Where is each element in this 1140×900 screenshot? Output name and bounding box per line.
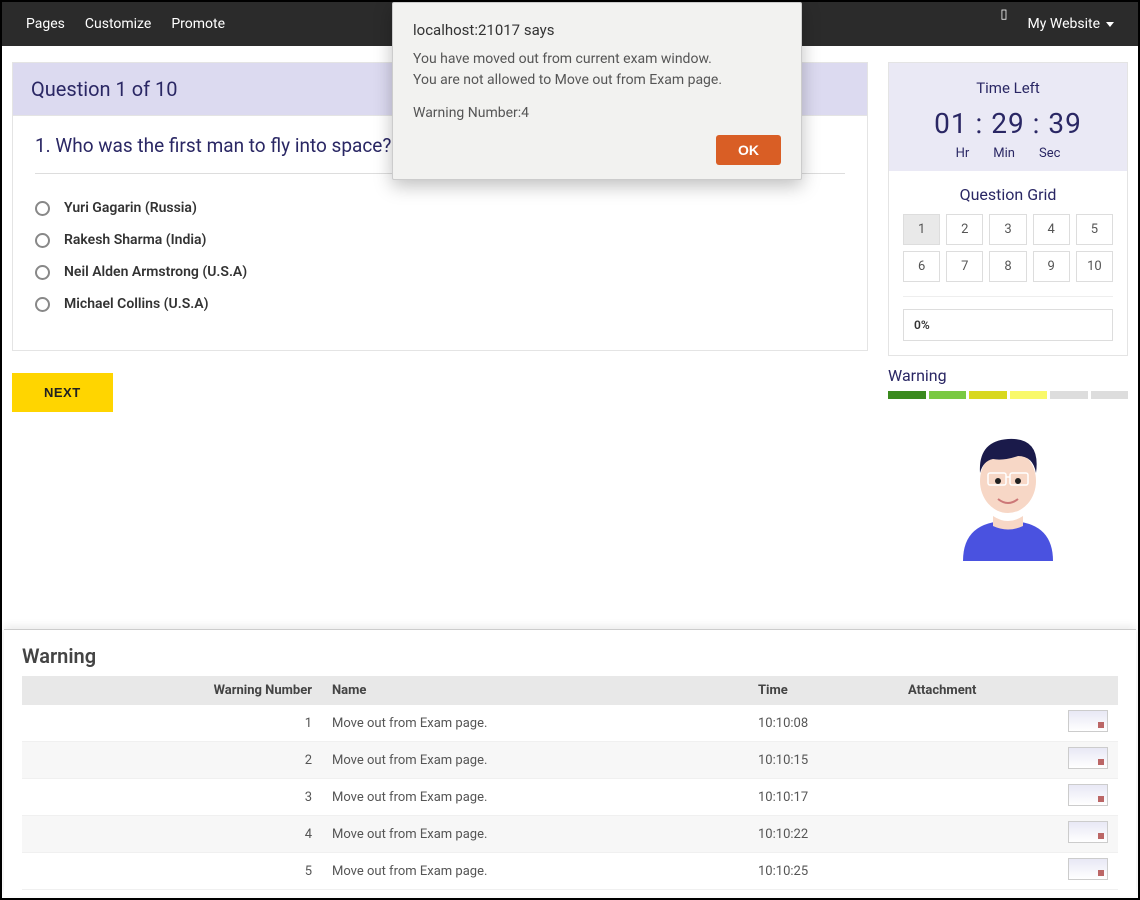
timer-label-sec: Sec — [1039, 146, 1060, 161]
radio-icon[interactable] — [35, 233, 50, 248]
timer-label-hr: Hr — [956, 146, 970, 161]
progress-percent: 0% — [903, 309, 1113, 341]
grid-cell-3[interactable]: 3 — [989, 214, 1026, 245]
grid-title: Question Grid — [889, 171, 1127, 214]
alert-line2: You are not allowed to Move out from Exa… — [413, 70, 781, 91]
site-dropdown[interactable]: My Website — [1028, 16, 1114, 32]
cell-num: 3 — [22, 779, 322, 816]
attachment-thumbnail[interactable] — [1068, 747, 1108, 769]
alert-warning-number: Warning Number:4 — [413, 105, 781, 121]
cell-time: 10:10:08 — [748, 705, 898, 742]
mobile-icon[interactable]: ▯ — [1000, 7, 1007, 22]
table-row: 5 Move out from Exam page. 10:10:25 — [22, 853, 1118, 890]
grid-cell-5[interactable]: 5 — [1076, 214, 1113, 245]
grid-cell-7[interactable]: 7 — [946, 251, 983, 282]
timer-card: Time Left 01 : 29 : 39 Hr Min Sec Questi… — [888, 62, 1128, 356]
radio-icon[interactable] — [35, 201, 50, 216]
grid-cell-2[interactable]: 2 — [946, 214, 983, 245]
cell-name: Move out from Exam page. — [322, 816, 748, 853]
table-row: 4 Move out from Exam page. 10:10:22 — [22, 816, 1118, 853]
option-label: Michael Collins (U.S.A) — [64, 296, 208, 312]
option-label: Yuri Gagarin (Russia) — [64, 200, 197, 216]
radio-icon[interactable] — [35, 297, 50, 312]
option-row[interactable]: Michael Collins (U.S.A) — [35, 288, 845, 320]
option-row[interactable]: Rakesh Sharma (India) — [35, 224, 845, 256]
grid-cell-9[interactable]: 9 — [1033, 251, 1070, 282]
question-grid: 1 2 3 4 5 6 7 8 9 10 — [889, 214, 1127, 296]
alert-dialog: localhost:21017 says You have moved out … — [392, 2, 802, 180]
option-label: Neil Alden Armstrong (U.S.A) — [64, 264, 247, 280]
cell-num: 5 — [22, 853, 322, 890]
warn-bar-4 — [1010, 391, 1048, 399]
cell-name: Move out from Exam page. — [322, 853, 748, 890]
alert-title: localhost:21017 says — [413, 21, 781, 39]
next-button[interactable]: NEXT — [12, 373, 113, 412]
proctor-avatar — [888, 411, 1128, 561]
option-row[interactable]: Yuri Gagarin (Russia) — [35, 192, 845, 224]
ok-button[interactable]: OK — [716, 135, 781, 165]
col-attachment: Attachment — [898, 676, 1118, 705]
cell-name: Move out from Exam page. — [322, 779, 748, 816]
nav-promote[interactable]: Promote — [171, 16, 225, 32]
cell-num: 2 — [22, 742, 322, 779]
timer-label-min: Min — [993, 146, 1015, 161]
warning-meter: Warning — [888, 366, 1128, 399]
cell-name: Move out from Exam page. — [322, 742, 748, 779]
warn-bar-6 — [1091, 391, 1129, 399]
timer-sec: 39 — [1048, 107, 1081, 140]
cell-num: 4 — [22, 816, 322, 853]
grid-cell-1[interactable]: 1 — [903, 214, 940, 245]
nav-pages[interactable]: Pages — [26, 16, 65, 32]
cell-num: 1 — [22, 705, 322, 742]
option-row[interactable]: Neil Alden Armstrong (U.S.A) — [35, 256, 845, 288]
warn-bar-5 — [1050, 391, 1088, 399]
warning-table: Warning Number Name Time Attachment 1 Mo… — [22, 676, 1118, 890]
cell-time: 10:10:17 — [748, 779, 898, 816]
col-time: Time — [748, 676, 898, 705]
warning-label: Warning — [888, 366, 1128, 385]
alert-line1: You have moved out from current exam win… — [413, 49, 781, 70]
warning-panel: Warning Warning Number Name Time Attachm… — [4, 629, 1136, 896]
timer-hr: 01 — [934, 107, 967, 140]
attachment-thumbnail[interactable] — [1068, 821, 1108, 843]
grid-cell-8[interactable]: 8 — [989, 251, 1026, 282]
grid-cell-6[interactable]: 6 — [903, 251, 940, 282]
warning-heading: Warning — [22, 644, 1118, 668]
radio-icon[interactable] — [35, 265, 50, 280]
col-name: Name — [322, 676, 748, 705]
table-row: 1 Move out from Exam page. 10:10:08 — [22, 705, 1118, 742]
cell-name: Move out from Exam page. — [322, 705, 748, 742]
warn-bar-1 — [888, 391, 926, 399]
nav-customize[interactable]: Customize — [85, 16, 151, 32]
col-warning-number: Warning Number — [22, 676, 322, 705]
cell-time: 10:10:15 — [748, 742, 898, 779]
option-label: Rakesh Sharma (India) — [64, 232, 206, 248]
warn-bar-3 — [969, 391, 1007, 399]
warn-bar-2 — [929, 391, 967, 399]
attachment-thumbnail[interactable] — [1068, 710, 1108, 732]
timer-value: 01 : 29 : 39 — [897, 107, 1119, 140]
cell-time: 10:10:25 — [748, 853, 898, 890]
cell-time: 10:10:22 — [748, 816, 898, 853]
timer-min: 29 — [991, 107, 1024, 140]
grid-cell-10[interactable]: 10 — [1076, 251, 1113, 282]
timer-title: Time Left — [897, 79, 1119, 97]
attachment-thumbnail[interactable] — [1068, 858, 1108, 880]
table-row: 3 Move out from Exam page. 10:10:17 — [22, 779, 1118, 816]
attachment-thumbnail[interactable] — [1068, 784, 1108, 806]
grid-cell-4[interactable]: 4 — [1033, 214, 1070, 245]
table-row: 2 Move out from Exam page. 10:10:15 — [22, 742, 1118, 779]
